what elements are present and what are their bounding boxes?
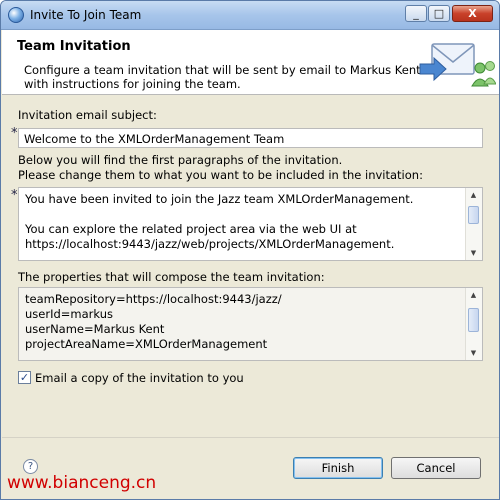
invitation-scroll-thumb[interactable] bbox=[468, 206, 479, 224]
property-line: projectAreaName=XMLOrderManagement bbox=[25, 337, 268, 351]
invitation-line: You can explore the related project area… bbox=[25, 222, 357, 236]
paragraphs-intro-line2: Please change them to what you want to b… bbox=[18, 168, 423, 182]
envelope-with-people-icon bbox=[419, 43, 496, 87]
wizard-header: Team Invitation Configure a team invitat… bbox=[2, 30, 499, 95]
property-line: userName=Markus Kent bbox=[25, 322, 165, 336]
footer-divider bbox=[2, 437, 499, 438]
email-copy-label[interactable]: Email a copy of the invitation to you bbox=[35, 371, 244, 385]
invitation-line bbox=[25, 207, 465, 222]
invitation-line: You have been invited to join the Jazz t… bbox=[25, 192, 414, 206]
email-copy-checkbox[interactable]: ✓ bbox=[18, 371, 31, 384]
properties-label: The properties that will compose the tea… bbox=[18, 270, 325, 284]
properties-text-area[interactable]: teamRepository=https://localhost:9443/ja… bbox=[18, 287, 483, 361]
properties-scroll-thumb[interactable] bbox=[468, 308, 479, 332]
invitation-line: https://localhost:9443/jazz/web/projects… bbox=[25, 237, 395, 251]
cancel-button[interactable]: Cancel bbox=[391, 457, 481, 479]
scroll-up-arrow-icon[interactable]: ▲ bbox=[468, 290, 479, 300]
subject-required-marker: * bbox=[11, 126, 18, 141]
dialog-window: Invite To Join Team _ □ X Team Invitatio… bbox=[0, 0, 500, 500]
maximize-button[interactable]: □ bbox=[428, 5, 450, 22]
subject-input[interactable]: Welcome to the XMLOrderManagement Team bbox=[18, 128, 483, 148]
title-bar: Invite To Join Team _ □ X bbox=[1, 1, 499, 30]
property-line: teamRepository=https://localhost:9443/ja… bbox=[25, 292, 282, 306]
invitation-text-area[interactable]: You have been invited to join the Jazz t… bbox=[18, 187, 483, 261]
invitation-scrollbar[interactable]: ▲ ▼ bbox=[465, 188, 482, 260]
page-description: Configure a team invitation that will be… bbox=[24, 63, 421, 91]
watermark-text: www.bianceng.cn bbox=[7, 473, 157, 493]
scroll-down-arrow-icon[interactable]: ▼ bbox=[468, 348, 479, 358]
minimize-button[interactable]: _ bbox=[405, 5, 427, 22]
page-title: Team Invitation bbox=[17, 39, 131, 54]
scroll-down-arrow-icon[interactable]: ▼ bbox=[468, 248, 479, 258]
app-globe-icon bbox=[8, 7, 24, 23]
properties-scrollbar[interactable]: ▲ ▼ bbox=[465, 288, 482, 360]
subject-label: Invitation email subject: bbox=[18, 108, 157, 122]
scroll-up-arrow-icon[interactable]: ▲ bbox=[468, 190, 479, 200]
paragraphs-intro-line1: Below you will find the first paragraphs… bbox=[18, 153, 343, 167]
property-line: userId=markus bbox=[25, 307, 113, 321]
paragraphs-required-marker: * bbox=[11, 188, 18, 203]
close-button[interactable]: X bbox=[452, 5, 493, 22]
window-title: Invite To Join Team bbox=[30, 8, 142, 22]
help-icon[interactable]: ? bbox=[23, 459, 38, 474]
finish-button[interactable]: Finish bbox=[293, 457, 383, 479]
